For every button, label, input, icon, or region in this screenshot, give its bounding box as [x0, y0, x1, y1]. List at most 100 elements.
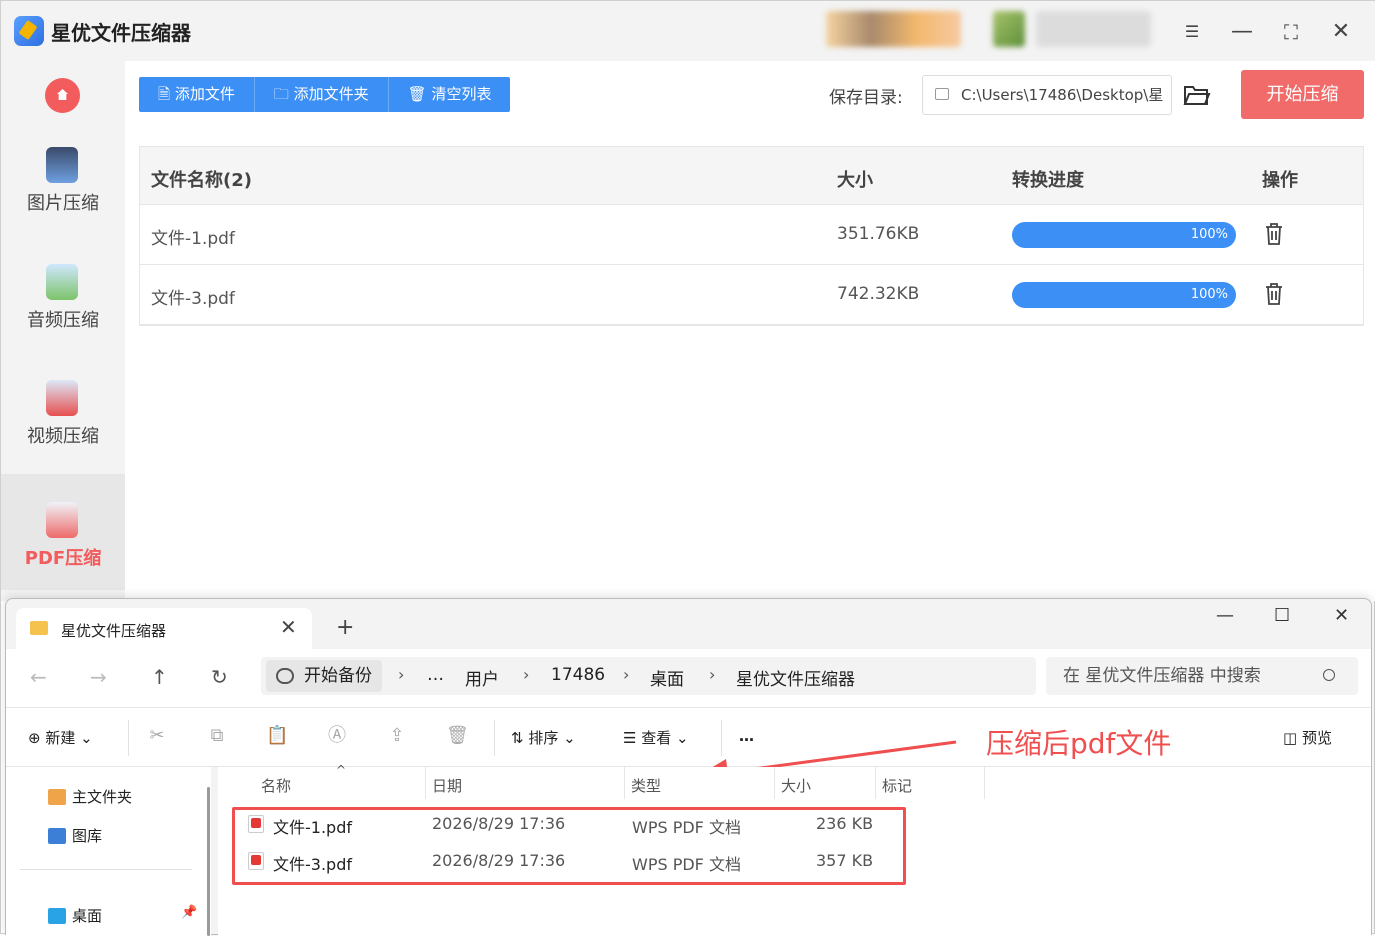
- header-progress: 转换进度: [1012, 170, 1084, 191]
- view-button[interactable]: ☰ 查看 ⌄: [623, 727, 689, 748]
- preview-button[interactable]: ◫ 预览: [1283, 727, 1332, 748]
- add-folder-button[interactable]: 🗀 添加文件夹: [255, 77, 389, 112]
- nav-scrollbar[interactable]: [207, 787, 210, 936]
- open-folder-icon[interactable]: [1183, 83, 1211, 107]
- annotation-label: 压缩后pdf文件: [986, 727, 1172, 760]
- chevron-right-icon: ›: [398, 665, 405, 684]
- start-compress-button[interactable]: 开始压缩: [1241, 70, 1364, 119]
- column-date[interactable]: 日期: [432, 775, 462, 796]
- address-row: ← → ↑ ↻ 开始备份 › … › 用户 17486 › 桌面 › 星优文件压…: [6, 649, 1371, 707]
- menu-icon[interactable]: ☰: [1177, 17, 1207, 47]
- breadcrumb-desktop[interactable]: 桌面: [650, 665, 684, 690]
- new-tab-icon[interactable]: +: [336, 615, 354, 640]
- refresh-icon[interactable]: ↻: [211, 665, 228, 689]
- title-bar: 星优文件压缩器 ☰ — ⛶ ✕: [1, 1, 1375, 61]
- compressor-app-window: 星优文件压缩器 ☰ — ⛶ ✕ 图片压缩 音频压缩 视频压缩 PDF压缩 🗎 添: [0, 0, 1375, 936]
- divider: [128, 720, 129, 756]
- file-size: 351.76KB: [837, 224, 920, 244]
- column-size[interactable]: 大小: [781, 775, 811, 796]
- gallery-icon: [48, 828, 66, 844]
- close-icon[interactable]: ✕: [1334, 605, 1349, 626]
- column-type[interactable]: 类型: [631, 775, 661, 796]
- sort-label: 排序: [528, 729, 559, 747]
- table-row: 文件-1.pdf 351.76KB 100%: [140, 205, 1363, 265]
- blurred-avatar: [993, 11, 1025, 47]
- nav-item-home[interactable]: 主文件夹: [48, 786, 132, 807]
- pdf-icon: [46, 502, 78, 538]
- column-tag[interactable]: 标记: [882, 775, 912, 796]
- add-file-button[interactable]: 🗎 添加文件: [139, 77, 255, 112]
- save-dir-field[interactable]: C:\Users\17486\Desktop\星: [922, 75, 1172, 115]
- breadcrumb-users[interactable]: 用户: [465, 665, 499, 690]
- folder-outline-icon: [935, 88, 949, 100]
- table-row: 文件-3.pdf 742.32KB 100%: [140, 265, 1363, 325]
- sidebar-item-audio[interactable]: 音频压缩: [1, 236, 125, 352]
- close-icon[interactable]: ✕: [1326, 17, 1356, 47]
- back-icon[interactable]: ←: [30, 665, 47, 689]
- file-explorer-window: 星优文件压缩器 ✕ + — ☐ ✕ ← → ↑ ↻ 开始备份 › … › 用户 …: [5, 598, 1372, 936]
- save-dir-label: 保存目录:: [829, 88, 903, 108]
- preview-label: 预览: [1301, 729, 1332, 747]
- nav-item-desktop[interactable]: 桌面: [48, 905, 102, 926]
- nav-item-label: 桌面: [72, 907, 103, 925]
- forward-icon[interactable]: →: [90, 665, 107, 689]
- chevron-right-icon: ›: [523, 665, 530, 684]
- maximize-icon[interactable]: ☐: [1274, 605, 1290, 626]
- image-icon: [46, 147, 78, 183]
- clear-list-button[interactable]: 🗑 清空列表: [389, 77, 511, 112]
- maximize-icon[interactable]: ⛶: [1276, 17, 1306, 47]
- highlight-box: [232, 807, 906, 885]
- column-divider: [774, 767, 775, 799]
- breadcrumb-backup[interactable]: 开始备份: [266, 660, 382, 692]
- clear-list-label: 清空列表: [431, 85, 492, 103]
- minimize-icon[interactable]: —: [1216, 605, 1234, 626]
- breadcrumb-label: 开始备份: [304, 666, 372, 686]
- file-name: 文件-1.pdf: [151, 229, 235, 249]
- sort-button[interactable]: ⇅ 排序 ⌄: [511, 727, 576, 748]
- sidebar-item-pdf[interactable]: PDF压缩: [1, 474, 125, 590]
- save-dir-path: C:\Users\17486\Desktop\星: [961, 86, 1164, 104]
- tab-title: 星优文件压缩器: [61, 622, 167, 640]
- sidebar-item-video[interactable]: 视频压缩: [1, 352, 125, 468]
- breadcrumb-17486[interactable]: 17486: [551, 665, 605, 685]
- breadcrumb-current[interactable]: 星优文件压缩器: [736, 665, 855, 690]
- new-label: 新建: [45, 729, 76, 747]
- breadcrumb-more[interactable]: …: [427, 665, 444, 685]
- delete-icon[interactable]: [1264, 222, 1284, 246]
- rename-icon[interactable]: Ⓐ: [326, 725, 348, 747]
- copy-icon[interactable]: ⧉: [206, 725, 228, 747]
- sidebar-item-label: 音频压缩: [27, 310, 99, 331]
- progress-bar: 100%: [1012, 282, 1236, 308]
- close-tab-icon[interactable]: ✕: [280, 615, 297, 639]
- sidebar-item-label: 视频压缩: [27, 426, 99, 447]
- file-name: 文件-3.pdf: [151, 289, 235, 309]
- home-button[interactable]: [45, 78, 80, 113]
- nav-item-gallery[interactable]: 图库: [48, 825, 102, 846]
- cut-icon[interactable]: ✂: [146, 725, 168, 747]
- search-input[interactable]: 在 星优文件压缩器 中搜索: [1046, 657, 1358, 695]
- app-logo-icon: [14, 16, 44, 46]
- share-icon[interactable]: ⇪: [386, 725, 408, 747]
- new-button[interactable]: ⊕ 新建 ⌄: [28, 727, 93, 748]
- delete-icon[interactable]: 🗑: [446, 725, 469, 747]
- delete-icon[interactable]: [1264, 282, 1284, 306]
- blurred-username: [1036, 11, 1151, 47]
- pin-icon[interactable]: 📌: [181, 905, 197, 920]
- sidebar-item-image[interactable]: 图片压缩: [1, 119, 125, 235]
- main-panel: 🗎 添加文件 🗀 添加文件夹 🗑 清空列表 保存目录: C:\Users\174…: [125, 61, 1375, 601]
- column-name[interactable]: 名称: [261, 775, 291, 796]
- column-divider: [624, 767, 625, 799]
- sort-ascending-icon: ^: [336, 763, 347, 777]
- minimize-icon[interactable]: —: [1227, 17, 1257, 47]
- navigation-pane: 主文件夹 图库 桌面 📌: [6, 767, 211, 936]
- paste-icon[interactable]: 📋: [266, 725, 288, 747]
- address-bar[interactable]: 开始备份 › … › 用户 17486 › 桌面 › 星优文件压缩器: [261, 657, 1036, 695]
- up-icon[interactable]: ↑: [151, 665, 168, 689]
- header-size: 大小: [837, 170, 873, 191]
- explorer-tab[interactable]: 星优文件压缩器 ✕: [16, 608, 312, 649]
- search-placeholder: 在 星优文件压缩器 中搜索: [1063, 666, 1261, 686]
- column-divider: [425, 767, 426, 799]
- table-header: 文件名称(2) 大小 转换进度 操作: [140, 147, 1363, 205]
- file-table: 文件名称(2) 大小 转换进度 操作 文件-1.pdf 351.76KB 100…: [139, 146, 1364, 326]
- file-list: 名称 日期 类型 大小 标记 ^ 文件-1.pdf 2026/8/29 17:3…: [218, 763, 1371, 936]
